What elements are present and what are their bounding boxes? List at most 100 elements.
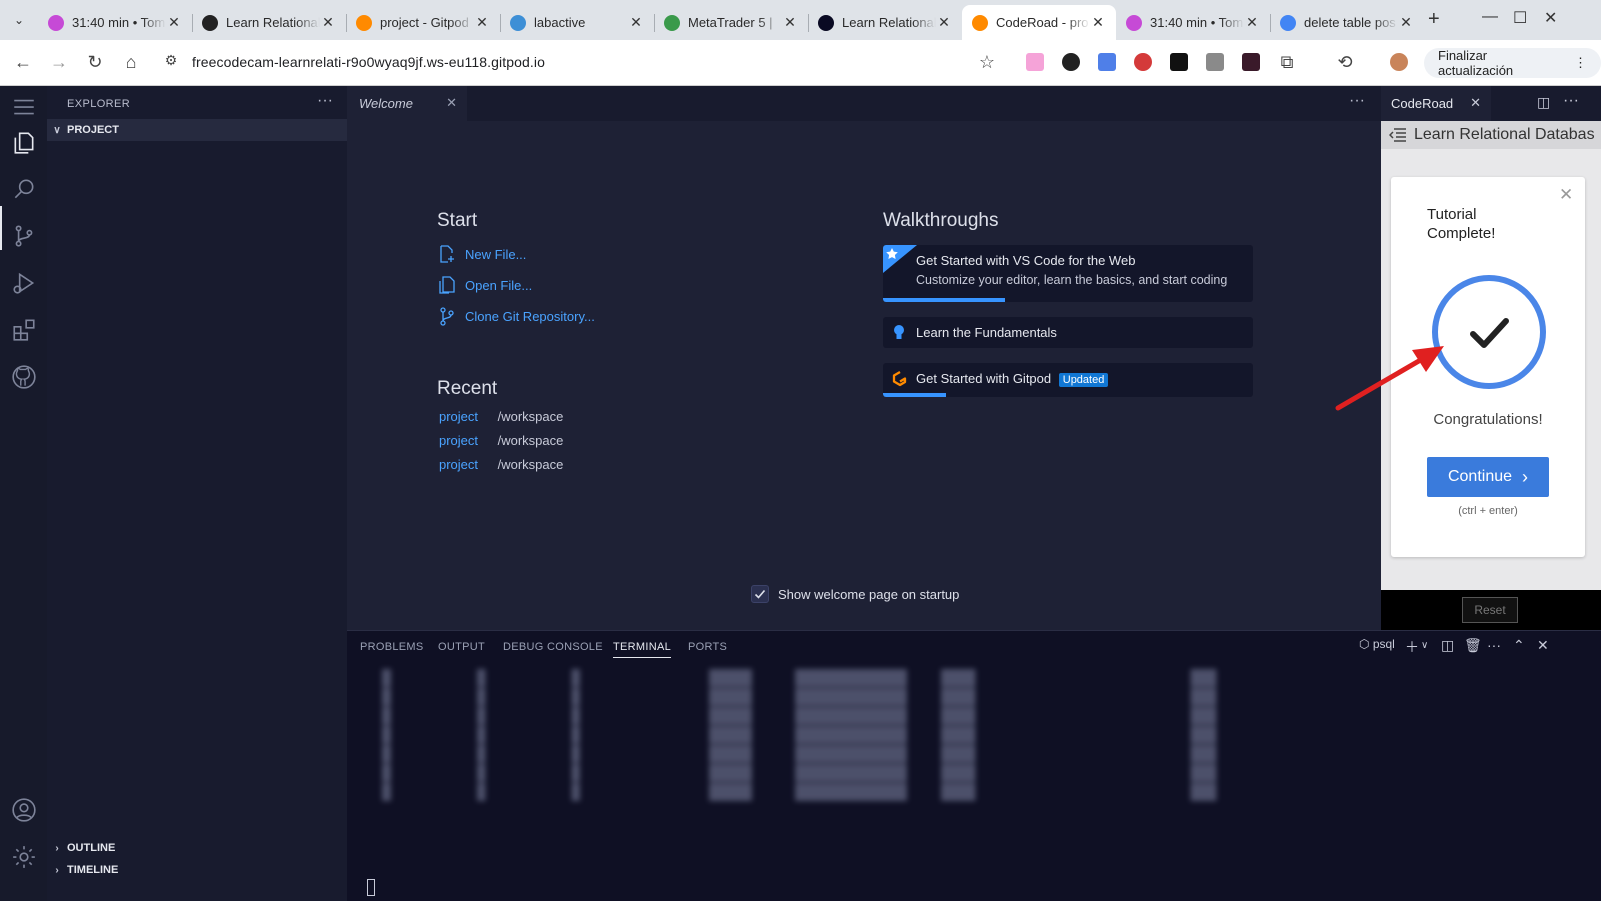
maximize-panel-icon[interactable]: ⌃ (1513, 637, 1525, 654)
split-editor-icon[interactable]: ◫ (1537, 94, 1550, 111)
forward-button[interactable]: → (48, 52, 70, 73)
minimize-icon[interactable]: — (1482, 8, 1498, 26)
extension-icon[interactable] (1242, 53, 1260, 71)
more-actions-icon[interactable]: ··· (1349, 92, 1365, 110)
puzzle-extensions-icon[interactable]: ⧉ (1276, 52, 1298, 73)
profile-avatar[interactable] (1390, 53, 1408, 71)
extension-icon[interactable] (1062, 53, 1080, 71)
new-terminal-plus-icon[interactable]: ＋ (1405, 637, 1419, 657)
timeline-section-header[interactable]: › TIMELINE (47, 859, 347, 881)
reset-button[interactable]: Reset (1462, 597, 1518, 623)
browser-tab[interactable]: 31:40 min • Tom ✕ (38, 5, 192, 40)
recent-item[interactable]: project /workspace (439, 433, 563, 448)
github-icon[interactable] (11, 364, 37, 390)
url-text[interactable]: freecodecam-learnrelati-r9o0wyaq9jf.ws-e… (192, 54, 545, 70)
terminal-line (365, 669, 1225, 687)
more-actions-icon[interactable]: ··· (317, 92, 333, 110)
translate-extension-icon[interactable] (1098, 53, 1116, 71)
close-tab-icon[interactable]: ✕ (474, 14, 490, 31)
site-settings-icon[interactable]: ⚙ (160, 52, 182, 69)
more-actions-icon[interactable]: ··· (1563, 92, 1579, 110)
tab-debug-console[interactable]: DEBUG CONSOLE (503, 641, 603, 653)
tab-coderoad[interactable]: CodeRoad ✕ (1381, 86, 1491, 121)
run-debug-icon[interactable] (11, 270, 37, 296)
terminal-cursor[interactable] (367, 879, 375, 896)
show-on-startup-checkbox[interactable] (751, 585, 769, 603)
tab-problems[interactable]: PROBLEMS (360, 641, 424, 653)
back-button[interactable]: ← (12, 52, 34, 73)
close-icon[interactable]: ✕ (1559, 185, 1573, 205)
browser-tab[interactable]: delete table pos ✕ (1270, 5, 1424, 40)
bookmark-star-icon[interactable]: ☆ (976, 52, 998, 73)
walkthrough-title: Get Started with VS Code for the Web (916, 253, 1136, 268)
close-icon[interactable]: ✕ (446, 95, 457, 111)
recent-item[interactable]: project /workspace (439, 409, 563, 424)
checkmark-icon (754, 589, 766, 599)
close-window-icon[interactable]: ✕ (1544, 8, 1557, 28)
browser-tab[interactable]: project - Gitpod ✕ (346, 5, 500, 40)
close-tab-icon[interactable]: ✕ (1398, 14, 1414, 31)
walkthrough-vscode-web[interactable]: Get Started with VS Code for the Web Cus… (883, 245, 1253, 302)
browser-tab[interactable]: Learn Relational ✕ (192, 5, 346, 40)
extension-icon[interactable] (1206, 53, 1224, 71)
walkthrough-fundamentals[interactable]: Learn the Fundamentals (883, 317, 1253, 348)
close-tab-icon[interactable]: ✕ (1244, 14, 1260, 31)
more-actions-icon[interactable]: ··· (1487, 637, 1501, 653)
home-button[interactable]: ⌂ (120, 52, 142, 73)
account-icon[interactable] (11, 797, 37, 823)
browser-tab[interactable]: MetaTrader 5 | ✕ (654, 5, 808, 40)
close-tab-icon[interactable]: ✕ (628, 14, 644, 31)
maximize-icon[interactable]: ☐ (1513, 8, 1527, 28)
tab-ports[interactable]: PORTS (688, 641, 727, 653)
reload-button[interactable]: ↻ (84, 52, 106, 73)
browser-tab[interactable]: 31:40 min • Tom ✕ (1116, 5, 1270, 40)
browser-tab[interactable]: Learn Relational ✕ (808, 5, 962, 40)
recent-item-name[interactable]: project (439, 409, 494, 424)
continue-button[interactable]: Continue › (1427, 457, 1549, 497)
close-tab-icon[interactable]: ✕ (1090, 14, 1106, 31)
menu-list-icon[interactable] (1389, 128, 1407, 142)
recent-item-name[interactable]: project (439, 433, 494, 448)
extension-icon[interactable] (1170, 53, 1188, 71)
history-icon[interactable]: ⟲ (1334, 52, 1356, 73)
browser-tab[interactable]: CodeRoad - pro ✕ (962, 5, 1116, 40)
tab-welcome[interactable]: Welcome ✕ (347, 86, 467, 121)
explorer-title: EXPLORER (67, 98, 131, 110)
tab-terminal[interactable]: TERMINAL (613, 641, 672, 658)
recent-item-name[interactable]: project (439, 457, 494, 472)
settings-gear-icon[interactable] (11, 844, 37, 870)
close-tab-icon[interactable]: ✕ (782, 14, 798, 31)
extension-icon[interactable] (1134, 53, 1152, 71)
menu-icon[interactable] (11, 94, 37, 120)
files-icon[interactable] (11, 130, 37, 156)
extensions-icon[interactable] (11, 317, 37, 343)
open-file-link[interactable]: Open File... (437, 275, 532, 295)
close-tab-icon[interactable]: ✕ (166, 14, 182, 31)
tab-output[interactable]: OUTPUT (438, 641, 485, 653)
close-tab-icon[interactable]: ✕ (320, 14, 336, 31)
new-file-link[interactable]: New File... (437, 244, 526, 264)
outline-section-header[interactable]: › OUTLINE (47, 837, 347, 859)
clone-repo-link[interactable]: Clone Git Repository... (437, 306, 595, 326)
search-icon[interactable] (11, 176, 37, 202)
tab-favicon-icon (972, 14, 988, 31)
tab-search-chevron-icon[interactable]: ⌄ (8, 9, 30, 31)
extension-icon[interactable] (1026, 53, 1044, 71)
recent-item[interactable]: project /workspace (439, 457, 563, 472)
new-tab-button[interactable]: + (1428, 8, 1440, 31)
recent-heading: Recent (437, 378, 498, 399)
chevron-right-icon: › (1522, 466, 1529, 487)
chevron-down-icon[interactable]: ∨ (1421, 640, 1428, 651)
split-terminal-icon[interactable]: ◫ (1441, 637, 1454, 654)
update-button[interactable]: Finalizar actualización ⋮ (1424, 48, 1601, 78)
source-control-icon[interactable] (11, 223, 37, 249)
close-panel-icon[interactable]: ✕ (1537, 637, 1549, 654)
project-section-header[interactable]: ∨ PROJECT (47, 119, 347, 141)
close-tab-icon[interactable]: ✕ (936, 14, 952, 31)
close-icon[interactable]: ✕ (1470, 95, 1481, 111)
terminal-selector[interactable]: ⬡ psql (1359, 637, 1395, 651)
browser-tab-title: labactive (534, 15, 586, 30)
trash-icon[interactable]: 🗑 (1464, 637, 1482, 654)
walkthrough-gitpod[interactable]: Get Started with Gitpod Updated (883, 363, 1253, 397)
browser-tab[interactable]: labactive ✕ (500, 5, 654, 40)
